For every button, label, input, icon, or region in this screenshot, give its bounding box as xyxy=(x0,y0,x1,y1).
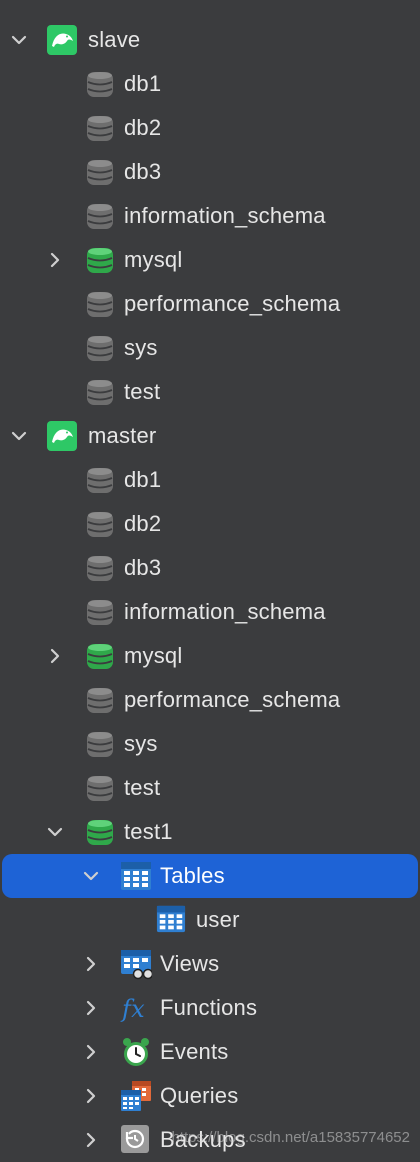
database-icon xyxy=(84,772,116,804)
tree-row-sys[interactable]: sys xyxy=(0,722,420,766)
svg-text:fx: fx xyxy=(120,995,145,1023)
tree-row-label: Functions xyxy=(160,995,258,1020)
tree-row-test[interactable]: test xyxy=(0,370,420,414)
backups-icon xyxy=(120,1124,152,1156)
tables-icon xyxy=(120,860,152,892)
table-icon xyxy=(156,904,188,936)
tree-row-label: performance_schema xyxy=(124,687,341,712)
tree-row-label: db1 xyxy=(124,467,162,492)
tree-row-label: slave xyxy=(88,27,141,52)
database-icon xyxy=(84,332,116,364)
tree-row-functions[interactable]: fx Functions xyxy=(0,986,420,1030)
tree-row-label: db2 xyxy=(124,511,162,536)
database-icon xyxy=(84,288,116,320)
tree-row-master[interactable]: master xyxy=(0,414,420,458)
tree-row-db2[interactable]: db2 xyxy=(0,106,420,150)
chevron-right-icon[interactable] xyxy=(44,645,66,667)
chevron-right-icon[interactable] xyxy=(80,953,102,975)
tree-row-label: Views xyxy=(160,951,220,976)
tree-row-slave[interactable]: slave xyxy=(0,18,420,62)
tree-row-label: sys xyxy=(124,731,158,756)
chevron-right-icon[interactable] xyxy=(80,1085,102,1107)
tree-row-db2[interactable]: db2 xyxy=(0,502,420,546)
views-icon xyxy=(120,948,154,980)
chevron-down-icon[interactable] xyxy=(8,29,30,51)
mysql-connection-icon xyxy=(46,420,78,452)
tree-row-label: information_schema xyxy=(124,203,326,228)
database-icon xyxy=(84,552,116,584)
database-icon xyxy=(84,68,116,100)
database-icon xyxy=(84,112,116,144)
database-icon xyxy=(84,156,116,188)
chevron-down-icon[interactable] xyxy=(44,821,66,843)
tree-row-mysql[interactable]: mysql xyxy=(0,634,420,678)
tree-row-tables[interactable]: Tables xyxy=(2,854,418,898)
tree-row-label: performance_schema xyxy=(124,291,341,316)
tree-row-label: master xyxy=(88,423,157,448)
tree-row-label: test xyxy=(124,775,161,800)
tree-row-label: Queries xyxy=(160,1083,239,1108)
tree-row-label: Tables xyxy=(160,863,225,888)
database-icon xyxy=(84,200,116,232)
tree-row-performance-schema[interactable]: performance_schema xyxy=(0,678,420,722)
tree-row-label: user xyxy=(196,907,240,932)
tree-row-label: db3 xyxy=(124,555,162,580)
database-icon xyxy=(84,244,116,276)
tree-row-events[interactable]: Events xyxy=(0,1030,420,1074)
events-icon xyxy=(120,1036,152,1068)
chevron-right-icon[interactable] xyxy=(44,249,66,271)
database-icon xyxy=(84,816,116,848)
tree-row-information-schema[interactable]: information_schema xyxy=(0,194,420,238)
queries-icon xyxy=(120,1080,152,1112)
tree-row-label: Events xyxy=(160,1039,229,1064)
tree-row-label: test xyxy=(124,379,161,404)
tree-row-user[interactable]: user xyxy=(0,898,420,942)
tree-row-sys[interactable]: sys xyxy=(0,326,420,370)
navigation-tree: slave db1 db2 db3 information_schema mys… xyxy=(0,18,420,1162)
database-icon xyxy=(84,728,116,760)
tree-row-queries[interactable]: Queries xyxy=(0,1074,420,1118)
database-icon xyxy=(84,508,116,540)
tree-row-db3[interactable]: db3 xyxy=(0,150,420,194)
tree-row-label: db3 xyxy=(124,159,162,184)
tree-row-label: mysql xyxy=(124,247,183,272)
database-icon xyxy=(84,640,116,672)
chevron-right-icon[interactable] xyxy=(80,997,102,1019)
tree-row-views[interactable]: Views xyxy=(0,942,420,986)
tree-row-label: mysql xyxy=(124,643,183,668)
tree-row-performance-schema[interactable]: performance_schema xyxy=(0,282,420,326)
database-icon xyxy=(84,596,116,628)
tree-row-mysql[interactable]: mysql xyxy=(0,238,420,282)
tree-row-label: db2 xyxy=(124,115,162,140)
tree-row-label: db1 xyxy=(124,71,162,96)
chevron-right-icon[interactable] xyxy=(80,1041,102,1063)
tree-row-label: information_schema xyxy=(124,599,326,624)
watermark-text: https://blog.csdn.net/a15835774652 xyxy=(171,1129,410,1146)
tree-row-db1[interactable]: db1 xyxy=(0,458,420,502)
database-icon xyxy=(84,464,116,496)
tree-row-test1[interactable]: test1 xyxy=(0,810,420,854)
tree-row-db3[interactable]: db3 xyxy=(0,546,420,590)
tree-row-label: test1 xyxy=(124,819,173,844)
database-icon xyxy=(84,376,116,408)
tree-row-label: sys xyxy=(124,335,158,360)
functions-icon: fx xyxy=(120,992,152,1024)
database-icon xyxy=(84,684,116,716)
tree-row-db1[interactable]: db1 xyxy=(0,62,420,106)
chevron-down-icon[interactable] xyxy=(80,865,102,887)
tree-row-information-schema[interactable]: information_schema xyxy=(0,590,420,634)
chevron-down-icon[interactable] xyxy=(8,425,30,447)
tree-row-test[interactable]: test xyxy=(0,766,420,810)
chevron-right-icon[interactable] xyxy=(80,1129,102,1151)
mysql-connection-icon xyxy=(46,24,78,56)
